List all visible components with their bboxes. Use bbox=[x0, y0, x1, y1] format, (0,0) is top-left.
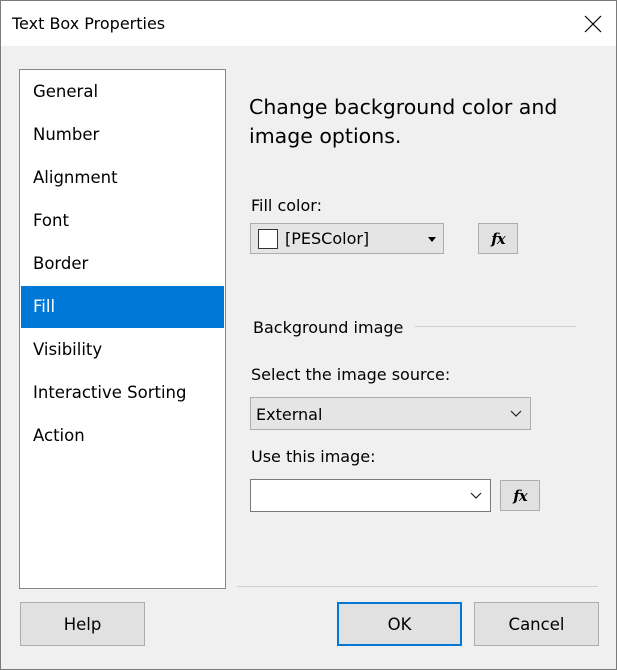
chevron-down-icon bbox=[470, 492, 482, 499]
nav-item-visibility[interactable]: Visibility bbox=[21, 329, 224, 371]
nav-item-font[interactable]: Font bbox=[21, 200, 224, 242]
image-expression-button[interactable]: fx bbox=[500, 480, 540, 511]
section-divider bbox=[415, 326, 576, 327]
text-box-properties-dialog: Text Box Properties General Number Align… bbox=[0, 0, 617, 670]
function-icon: fx bbox=[513, 486, 527, 505]
nav-item-interactive-sorting[interactable]: Interactive Sorting bbox=[21, 372, 224, 414]
function-icon: fx bbox=[491, 229, 505, 248]
title-bar: Text Box Properties bbox=[1, 1, 616, 46]
nav-item-number[interactable]: Number bbox=[21, 114, 224, 156]
footer-divider bbox=[237, 586, 598, 587]
close-button[interactable] bbox=[570, 1, 616, 46]
image-source-label: Select the image source: bbox=[251, 365, 451, 384]
image-source-select[interactable]: External bbox=[250, 397, 531, 430]
chevron-down-icon bbox=[510, 410, 522, 417]
fill-color-expression-button[interactable]: fx bbox=[478, 223, 518, 254]
use-image-label: Use this image: bbox=[251, 447, 376, 466]
category-list: General Number Alignment Font Border Fil… bbox=[19, 69, 226, 589]
cancel-button[interactable]: Cancel bbox=[474, 602, 599, 646]
help-button[interactable]: Help bbox=[20, 602, 145, 646]
dropdown-arrow-icon bbox=[428, 237, 436, 242]
nav-item-action[interactable]: Action bbox=[21, 415, 224, 457]
fill-color-label: Fill color: bbox=[251, 196, 322, 215]
color-swatch bbox=[258, 229, 278, 249]
image-source-value: External bbox=[256, 405, 323, 424]
nav-item-alignment[interactable]: Alignment bbox=[21, 157, 224, 199]
background-image-section-label: Background image bbox=[253, 318, 404, 337]
page-heading: Change background color and image option… bbox=[249, 95, 558, 148]
close-icon bbox=[584, 15, 602, 32]
ok-button[interactable]: OK bbox=[337, 602, 462, 646]
window-title: Text Box Properties bbox=[12, 14, 166, 33]
nav-item-border[interactable]: Border bbox=[21, 243, 224, 285]
fill-color-combo[interactable]: [PESColor] bbox=[250, 223, 444, 254]
image-name-combo[interactable] bbox=[250, 479, 491, 512]
nav-item-fill[interactable]: Fill bbox=[21, 286, 224, 328]
fill-color-value: [PESColor] bbox=[285, 229, 370, 248]
nav-item-general[interactable]: General bbox=[21, 71, 224, 113]
